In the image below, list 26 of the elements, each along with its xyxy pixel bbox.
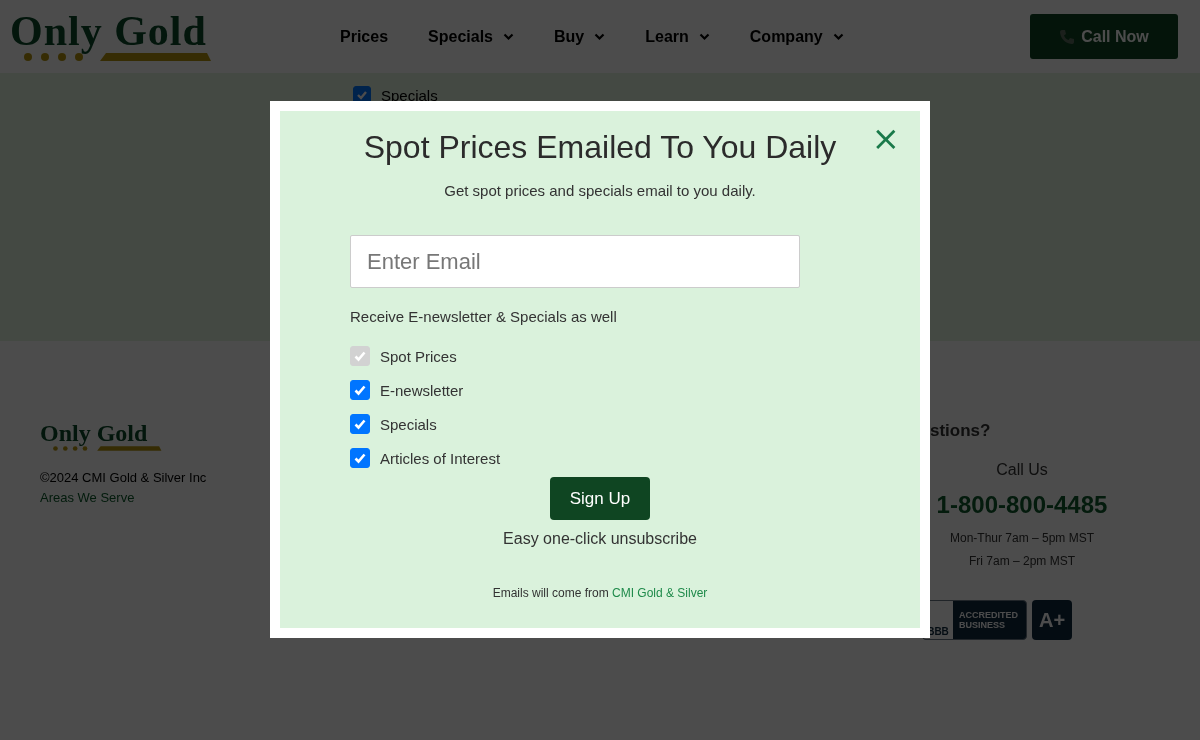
checkbox-label: Articles of Interest: [380, 449, 501, 467]
checkbox-label: E-newsletter: [380, 381, 464, 399]
sender-link[interactable]: CMI Gold & Silver: [612, 586, 708, 600]
checkbox-label: Specials: [380, 415, 437, 433]
footer-heading: stions?: [930, 421, 991, 441]
modal-title: Spot Prices Emailed To You Daily: [363, 129, 837, 166]
checkbox-label: Specials: [381, 86, 438, 104]
hours-text: Fri 7am – 2pm MST: [969, 554, 1075, 568]
checkbox[interactable]: [350, 448, 370, 468]
areas-link[interactable]: Areas We Serve: [40, 490, 135, 505]
checkbox[interactable]: [350, 380, 370, 400]
sender-note: Emails will come from CMI Gold & Silver: [492, 586, 708, 600]
nav-link[interactable]: Prices: [340, 27, 389, 46]
close-button[interactable]: ×: [871, 121, 900, 155]
checkbox-label: Spot Prices: [380, 347, 457, 365]
unsubscribe-note: Easy one-click unsubscribe: [503, 530, 697, 548]
call-us-label: Call Us: [996, 461, 1048, 479]
email-field[interactable]: Enter Email: [350, 235, 800, 288]
hours-text: Mon-Thur 7am – 5pm MST: [949, 531, 1094, 545]
sign-up-button[interactable]: Sign Up: [550, 477, 650, 520]
options-label: Receive E-newsletter & Specials as well: [350, 308, 617, 325]
footer-logo-wordmark[interactable]: Only Gold: [40, 421, 148, 445]
copyright-text: ©2024 CMI Gold & Silver Inc: [40, 470, 207, 485]
checkbox[interactable]: [350, 414, 370, 434]
modal-subtitle: Get spot prices and specials email to you daily.: [444, 182, 756, 199]
badge-text: ACCREDITED BUSINESS: [959, 610, 1019, 630]
